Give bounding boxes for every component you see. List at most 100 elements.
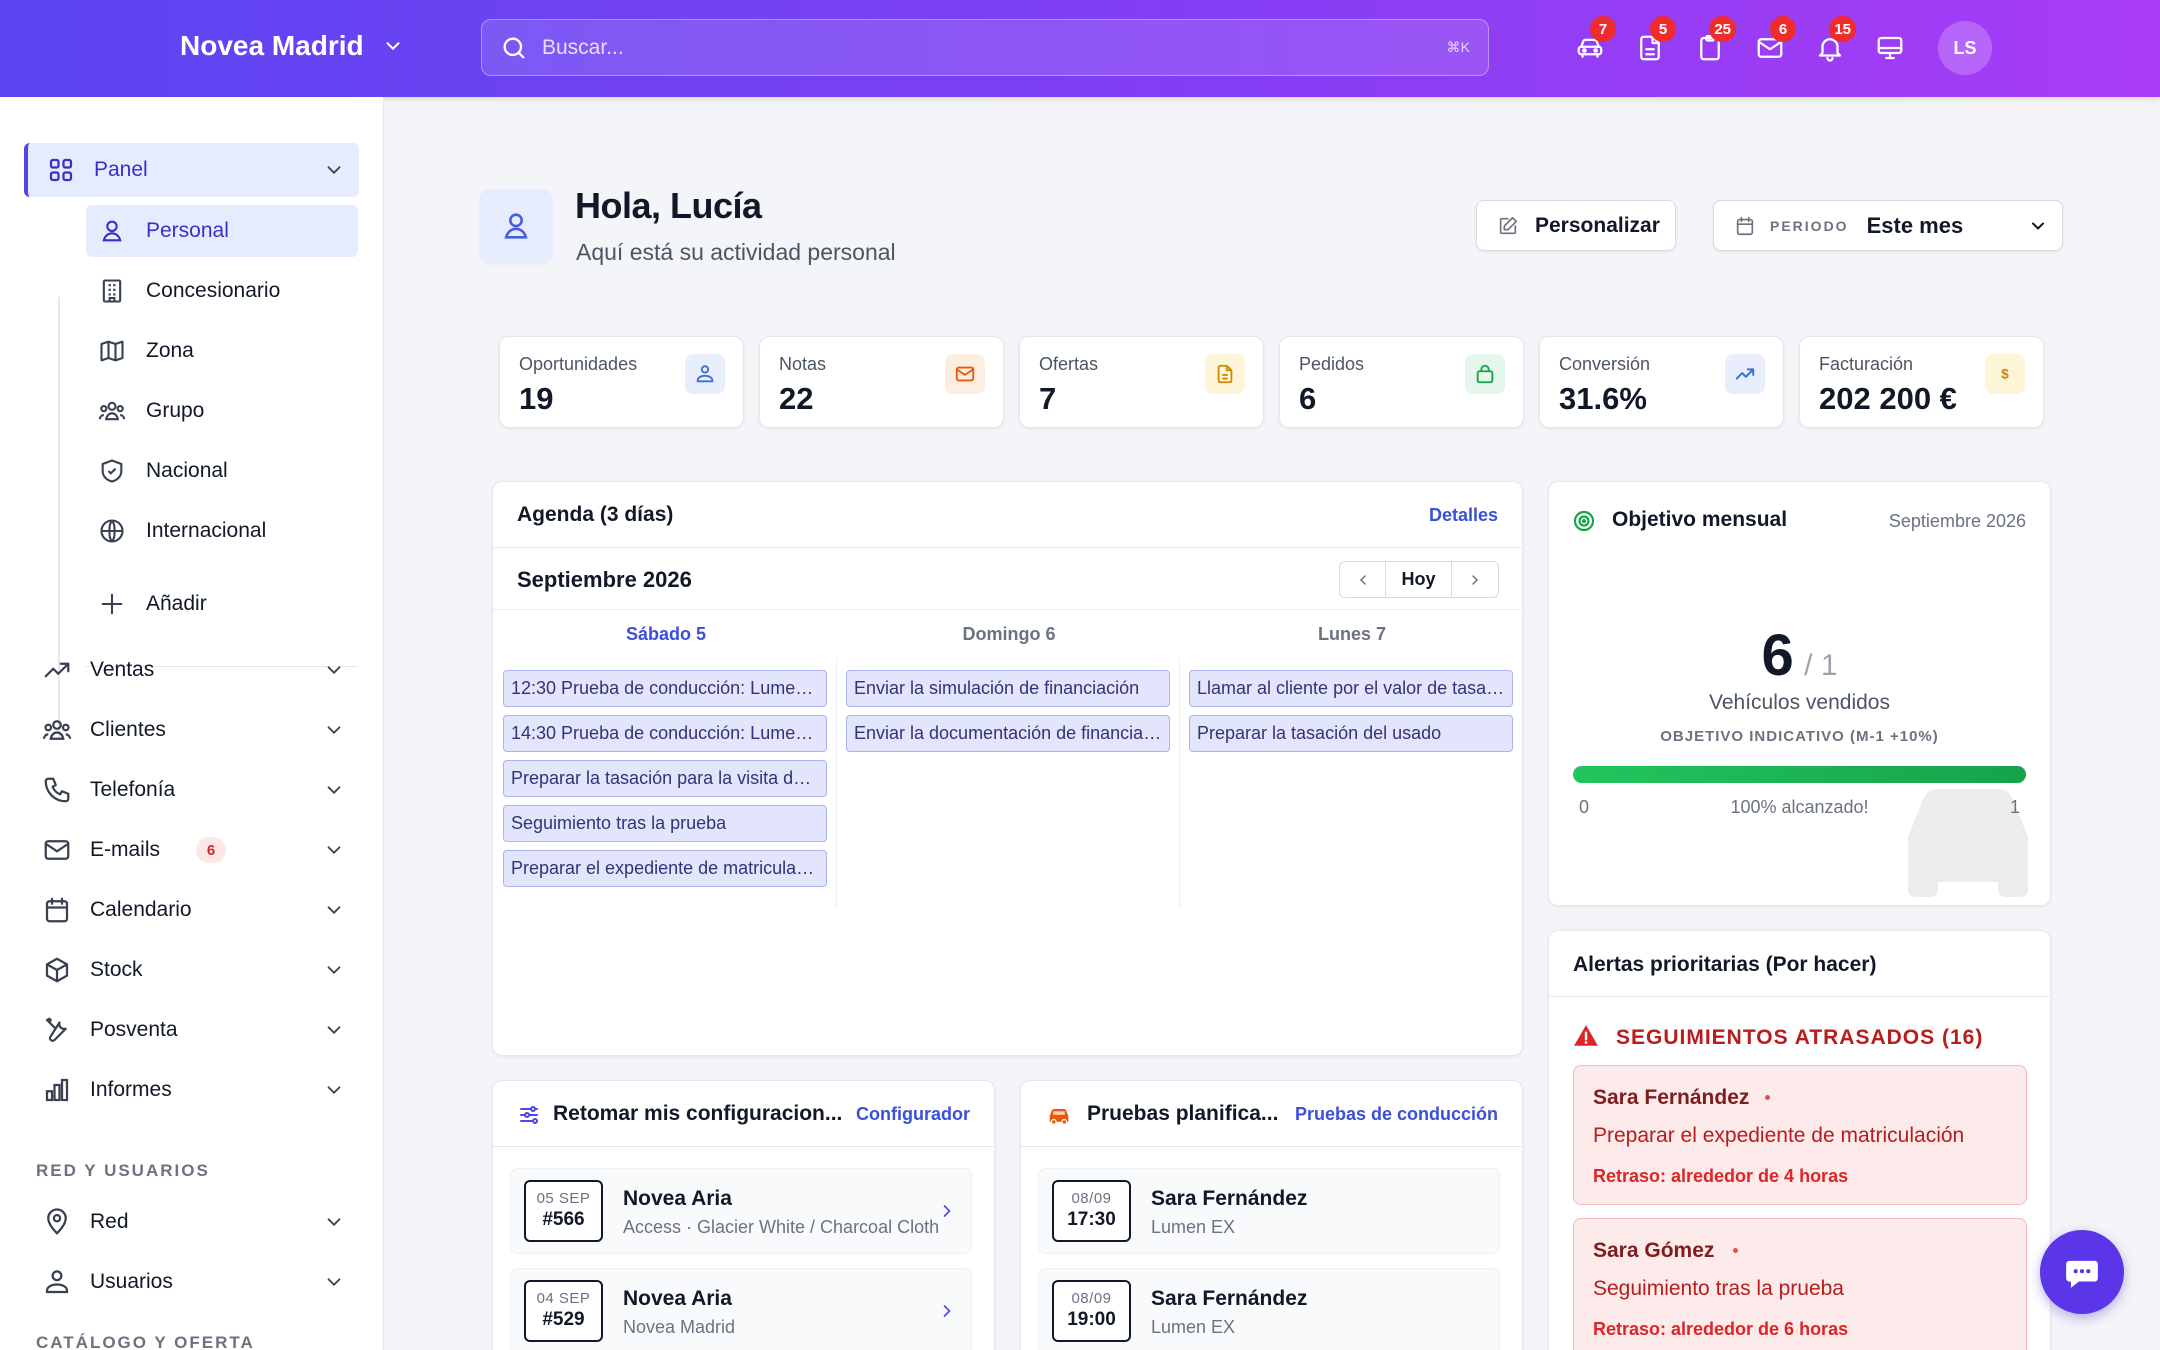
stat-card-pedidos[interactable]: Pedidos 6 [1279, 336, 1524, 428]
agenda-event[interactable]: Preparar el expediente de matriculación [503, 850, 827, 887]
date-box: 08/09 17:30 [1052, 1180, 1131, 1242]
sidebar-subitem-label: Zona [146, 339, 194, 362]
sidebar-subitem-concesionario[interactable]: Concesionario [86, 265, 358, 317]
customize-button[interactable]: Personalizar [1476, 200, 1676, 251]
edit-icon [1499, 216, 1518, 234]
alert-dot [1765, 1095, 1770, 1100]
sidebar-subitem-internacional[interactable]: Internacional [86, 505, 358, 557]
stat-card-facturacion[interactable]: Facturación 202 200 € $ [1799, 336, 2044, 428]
agenda-event[interactable]: Enviar la documentación de financiación [846, 715, 1170, 752]
location-pin-icon [47, 1208, 67, 1235]
alert-item[interactable]: Sara Gómez Seguimiento tras la prueba Re… [1573, 1218, 2027, 1350]
test-row[interactable]: 08/09 19:00 Sara Fernández Lumen EX [1038, 1268, 1500, 1350]
config-row[interactable]: 05 SEP #566 Novea Aria Access · Glacier … [510, 1168, 972, 1254]
chevron-down-icon [327, 966, 341, 975]
objective-target: / 1 [1804, 649, 1838, 682]
configs-card: Retomar mis configuracion... Configurado… [492, 1080, 995, 1350]
agenda-event[interactable]: Enviar la simulación de financiación [846, 670, 1170, 707]
search-input[interactable] [542, 35, 1447, 60]
notifications-button[interactable]: 15 [1810, 16, 1856, 68]
test-drives-link[interactable]: Pruebas de conducción [1295, 1104, 1498, 1125]
customize-label: Personalizar [1535, 213, 1660, 237]
date-box: 08/09 19:00 [1052, 1280, 1131, 1342]
next-button[interactable] [1452, 562, 1498, 597]
phone-icon [44, 777, 70, 803]
configurator-link[interactable]: Configurador [856, 1104, 970, 1125]
tests-title: Pruebas planifica... [1087, 1102, 1279, 1125]
sidebar-item-telefonia[interactable]: Telefonía [24, 763, 359, 817]
sidebar-subitem-label: Grupo [146, 399, 205, 422]
agenda-details-link[interactable]: Detalles [1429, 505, 1498, 526]
search-shortcut: ⌘K [1446, 39, 1470, 55]
today-button[interactable]: Hoy [1386, 562, 1452, 597]
mail-icon [44, 840, 70, 860]
sidebar-item-red[interactable]: Red [24, 1195, 359, 1249]
search-bar[interactable]: ⌘K [481, 19, 1489, 76]
agenda-event[interactable]: 14:30 Prueba de conducción: Lumen EX [503, 715, 827, 752]
plus-icon [101, 593, 123, 615]
stat-value: 19 [519, 381, 554, 416]
user-avatar[interactable]: LS [1938, 21, 1992, 75]
stat-card-conversion[interactable]: Conversión 31.6% [1539, 336, 1784, 428]
documents-button[interactable]: 5 [1630, 16, 1676, 68]
stat-card-oportunidades[interactable]: Oportunidades 19 [499, 336, 744, 428]
objective-progress-track [1573, 766, 2026, 783]
sidebar-item-emails[interactable]: E-mails 6 [24, 823, 359, 877]
sidebar-item-usuarios[interactable]: Usuarios [24, 1255, 359, 1309]
chevron-right-icon [1472, 574, 1479, 585]
test-row[interactable]: 08/09 17:30 Sara Fernández Lumen EX [1038, 1168, 1500, 1254]
sidebar-subitem-add[interactable]: Añadir [86, 578, 358, 630]
agenda-event[interactable]: Seguimiento tras la prueba [503, 805, 827, 842]
sidebar-subitem-nacional[interactable]: Nacional [86, 445, 358, 497]
alert-delay: Retraso: alrededor de 4 horas [1593, 1166, 1849, 1186]
car-button[interactable]: 7 [1570, 16, 1616, 68]
stat-icon-box [1465, 354, 1505, 394]
stat-value: 6 [1299, 381, 1317, 416]
mail-badge: 6 [1770, 16, 1796, 42]
stat-card-notas[interactable]: Notas 22 [759, 336, 1004, 428]
car-badge: 7 [1590, 16, 1616, 42]
sidebar-item-informes[interactable]: Informes [24, 1063, 359, 1117]
sidebar-subitem-grupo[interactable]: Grupo [86, 385, 358, 437]
config-row[interactable]: 04 SEP #529 Novea Aria Novea Madrid [510, 1268, 972, 1350]
sidebar-item-stock[interactable]: Stock [24, 943, 359, 997]
clipboard-button[interactable]: 25 [1690, 16, 1736, 68]
brand-switcher[interactable]: Novea Madrid [180, 30, 404, 62]
alerts-section-title: SEGUIMIENTOS ATRASADOS (16) [1616, 1026, 1984, 1049]
sidebar-item-label: Posventa [90, 1018, 178, 1041]
stat-icon-box: $ [1985, 354, 2025, 394]
sliders-icon [520, 1106, 538, 1124]
agenda-event[interactable]: Preparar la tasación para la visita del … [503, 760, 827, 797]
mail-button[interactable]: 6 [1750, 16, 1796, 68]
agenda-event[interactable]: Llamar al cliente por el valor de tasaci… [1189, 670, 1513, 707]
car-icon [1049, 1109, 1069, 1125]
sidebar-subitem-label: Internacional [146, 519, 267, 542]
monitor-button[interactable] [1870, 28, 1910, 68]
chat-button[interactable] [2040, 1230, 2124, 1314]
sidebar-subitem-zona[interactable]: Zona [86, 325, 358, 377]
group-icon [98, 401, 126, 421]
sidebar-item-panel[interactable]: Panel [24, 143, 359, 197]
sidebar-item-posventa[interactable]: Posventa [24, 1003, 359, 1057]
alert-name: Sara Fernández [1593, 1086, 1750, 1109]
alert-item[interactable]: Sara Fernández Preparar el expediente de… [1573, 1065, 2027, 1205]
day-header-1: Domingo 6 [962, 624, 1056, 644]
users-icon [45, 1270, 69, 1294]
sidebar-item-ventas[interactable]: Ventas [24, 643, 359, 697]
chevron-down-icon [327, 166, 341, 175]
document-icon [1217, 364, 1233, 384]
stat-icon-box [685, 354, 725, 394]
prev-button[interactable] [1340, 562, 1386, 597]
sidebar-subitem-personal[interactable]: Personal [86, 205, 358, 257]
agenda-event[interactable]: 12:30 Prueba de conducción: Lumen EX [503, 670, 827, 707]
sidebar-item-clientes[interactable]: Clientes [24, 703, 359, 757]
period-select[interactable]: PERIODO Este mes [1713, 200, 2063, 251]
sidebar-item-calendario[interactable]: Calendario [24, 883, 359, 937]
agenda-event[interactable]: Preparar la tasación del usado [1189, 715, 1513, 752]
agenda-month: Septiembre 2026 [517, 567, 692, 592]
stat-icon-box [945, 354, 985, 394]
stat-card-ofertas[interactable]: Ofertas 7 [1019, 336, 1264, 428]
stat-label: Notas [779, 354, 827, 374]
agenda-header: Agenda (3 días) Detalles [493, 482, 1522, 548]
map-icon [100, 340, 124, 362]
